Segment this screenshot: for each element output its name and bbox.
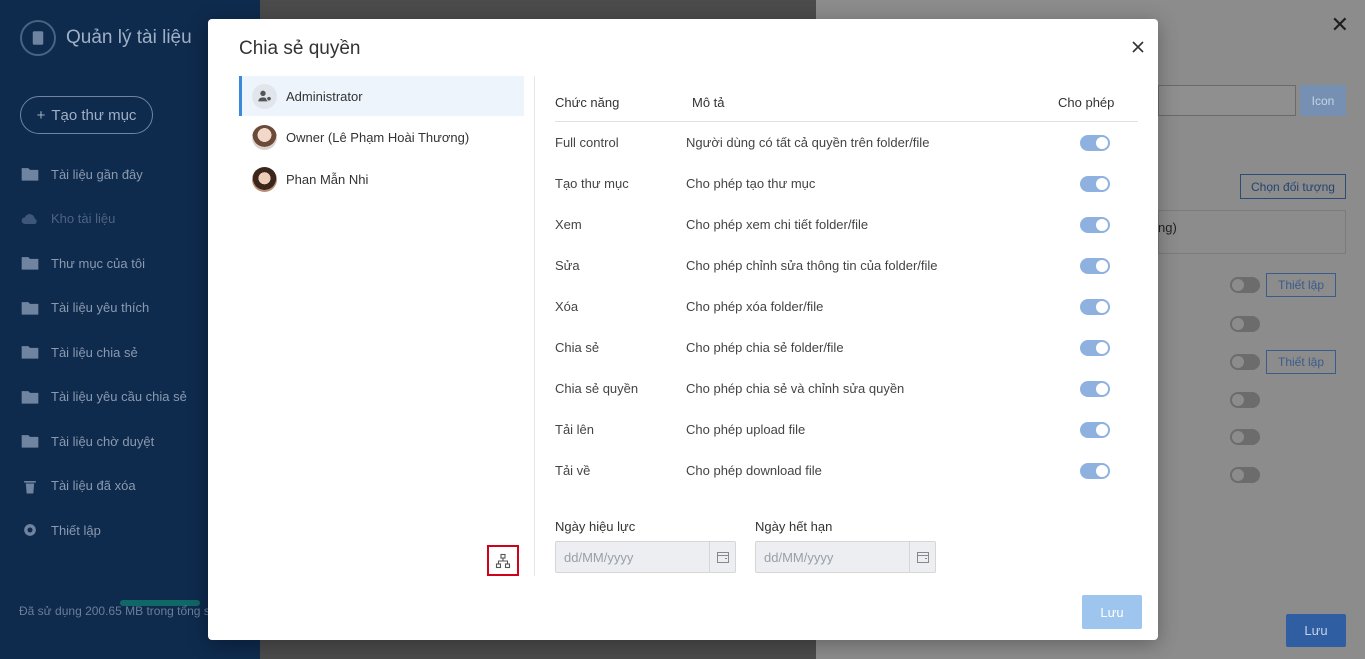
background-toggle[interactable] (1230, 354, 1260, 370)
column-allow: Cho phép (1058, 95, 1115, 110)
expiry-date-label: Ngày hết hạn (755, 519, 833, 534)
permission-toggle[interactable] (1080, 298, 1110, 315)
expiry-date-input[interactable] (756, 542, 909, 572)
table-row: Xem Cho phép xem chi tiết folder/file (555, 204, 1138, 245)
effective-date-group: Ngày hiệu lực (555, 519, 736, 573)
table-row: Tải về Cho phép download file (555, 450, 1138, 491)
background-setup-button[interactable]: Thiết lập (1266, 273, 1336, 297)
calendar-icon[interactable] (909, 542, 935, 572)
permission-toggle[interactable] (1080, 380, 1110, 397)
permission-description: Cho phép download file (686, 463, 822, 478)
avatar (252, 166, 277, 192)
permission-description: Cho phép tạo thư mục (686, 176, 816, 191)
permission-description: Cho phép chia sẻ và chỉnh sửa quyền (686, 381, 905, 396)
permission-name: Chia sẻ quyền (555, 381, 639, 396)
folder-clock-icon (21, 168, 39, 181)
user-name: Phan Mẫn Nhi (286, 171, 369, 187)
choose-object-button[interactable]: Chọn đối tượng (1240, 174, 1346, 199)
permission-toggle[interactable] (1080, 462, 1110, 479)
permission-table: Chức năng Mô tả Cho phép Full control Ng… (555, 84, 1138, 491)
permission-description: Cho phép xóa folder/file (686, 299, 824, 314)
table-row: Chia sẻ quyền Cho phép chia sẻ và chỉnh … (555, 368, 1138, 409)
panel-divider (534, 76, 535, 576)
permission-name: Full control (555, 135, 619, 150)
background-toggle[interactable] (1230, 429, 1260, 445)
org-chart-button[interactable] (487, 545, 519, 576)
close-icon[interactable] (1126, 35, 1150, 59)
folder-star-icon (21, 301, 39, 315)
user-name: Administrator (286, 88, 363, 104)
new-folder-label: Tạo thư mục (51, 106, 137, 124)
effective-date-field (555, 541, 736, 573)
permission-name: Tải lên (555, 422, 595, 437)
permission-name: Xóa (555, 299, 579, 314)
user-list: Administrator Owner (Lê Phạm Hoài Thương… (239, 76, 524, 201)
folder-pending-icon (21, 435, 39, 448)
table-row: Sửa Cho phép chỉnh sửa thông tin của fol… (555, 245, 1138, 286)
table-row: Chia sẻ Cho phép chia sẻ folder/file (555, 327, 1138, 368)
permission-name: Tạo thư mục (555, 176, 629, 191)
permission-description: Cho phép chia sẻ folder/file (686, 340, 844, 355)
gear-icon (24, 524, 36, 537)
share-permission-modal: Chia sẻ quyền Administrator Owner (Lê Ph… (208, 19, 1158, 640)
org-chart-icon (495, 553, 511, 568)
app-header: Quản lý tài liệu (20, 20, 192, 56)
background-toggle[interactable] (1230, 392, 1260, 408)
modal-title: Chia sẻ quyền (239, 38, 361, 59)
background-icon-button[interactable]: Icon (1300, 85, 1346, 116)
permission-toggle[interactable] (1080, 216, 1110, 233)
background-input[interactable] (1158, 85, 1296, 116)
permission-description: Cho phép upload file (686, 422, 806, 437)
effective-date-input[interactable] (556, 542, 709, 572)
permission-name: Xem (555, 217, 582, 232)
background-setup-button[interactable]: Thiết lập (1266, 350, 1336, 374)
user-name: Owner (Lê Phạm Hoài Thương) (286, 130, 470, 145)
background-close-icon[interactable]: ✕ (1331, 12, 1349, 38)
permission-description: Người dùng có tất cả quyền trên folder/f… (686, 135, 930, 150)
cloud-icon (21, 213, 37, 224)
folder-share-icon (21, 346, 39, 359)
permission-description: Cho phép xem chi tiết folder/file (686, 217, 869, 232)
column-description: Mô tả (692, 95, 725, 110)
background-save-button[interactable]: Lưu (1286, 614, 1346, 647)
permission-toggle[interactable] (1080, 134, 1110, 151)
background-toggle[interactable] (1230, 316, 1260, 332)
new-folder-button[interactable]: + Tạo thư mục (20, 96, 153, 134)
app-title: Quản lý tài liệu (66, 27, 192, 48)
permission-description: Cho phép chỉnh sửa thông tin của folder/… (686, 258, 938, 273)
expiry-date-group: Ngày hết hạn (755, 519, 936, 573)
user-item-phan-man-nhi[interactable]: Phan Mẫn Nhi (239, 159, 524, 199)
permission-toggle[interactable] (1080, 339, 1110, 356)
effective-date-label: Ngày hiệu lực (555, 519, 636, 534)
expiry-date-field (755, 541, 936, 573)
permission-table-header: Chức năng Mô tả Cho phép (555, 84, 1138, 122)
avatar (252, 125, 277, 150)
user-item-administrator[interactable]: Administrator (239, 76, 524, 116)
background-chip: ng) (1158, 220, 1177, 235)
permission-name: Sửa (555, 258, 580, 273)
permission-toggle[interactable] (1080, 257, 1110, 274)
document-logo-icon (20, 20, 56, 56)
admin-user-icon (252, 83, 277, 109)
table-row: Tạo thư mục Cho phép tạo thư mục (555, 163, 1138, 204)
save-button[interactable]: Lưu (1082, 595, 1142, 629)
folder-request-icon (21, 390, 39, 404)
permission-name: Chia sẻ (555, 340, 600, 355)
column-function: Chức năng (555, 95, 620, 110)
folder-user-icon (21, 257, 39, 270)
plus-icon: + (36, 106, 46, 124)
table-row: Full control Người dùng có tất cả quyền … (555, 122, 1138, 163)
permission-name: Tải về (555, 463, 591, 478)
user-item-owner[interactable]: Owner (Lê Phạm Hoài Thương) (239, 118, 524, 158)
calendar-icon[interactable] (709, 542, 735, 572)
background-object-box (1158, 210, 1346, 254)
table-row: Xóa Cho phép xóa folder/file (555, 286, 1138, 327)
permission-toggle[interactable] (1080, 175, 1110, 192)
background-toggle[interactable] (1230, 277, 1260, 293)
table-row: Tải lên Cho phép upload file (555, 409, 1138, 450)
background-toggle[interactable] (1230, 467, 1260, 483)
trash-icon (24, 480, 36, 494)
permission-toggle[interactable] (1080, 421, 1110, 438)
